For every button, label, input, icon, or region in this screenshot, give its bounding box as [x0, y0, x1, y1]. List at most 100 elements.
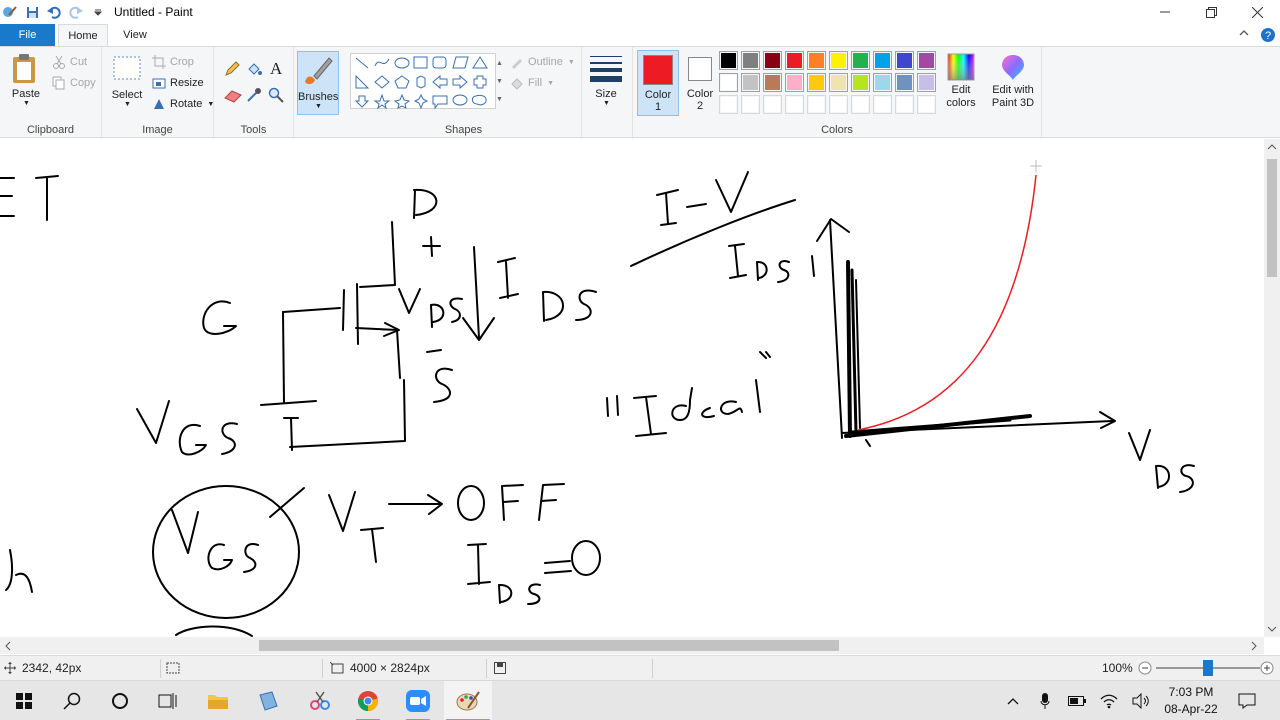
- color-swatch[interactable]: [873, 51, 892, 70]
- color-swatch[interactable]: [763, 51, 782, 70]
- task-view-button[interactable]: [144, 681, 192, 720]
- edit-with-paint3d-button[interactable]: Edit with Paint 3D: [988, 53, 1038, 110]
- custom-color-slot[interactable]: [741, 95, 760, 114]
- color-swatch[interactable]: [829, 51, 848, 70]
- vertical-scroll-thumb[interactable]: [1267, 159, 1277, 277]
- custom-color-slot[interactable]: [873, 95, 892, 114]
- minimize-button[interactable]: [1142, 0, 1188, 24]
- search-button[interactable]: [48, 681, 96, 720]
- select-dropdown-icon[interactable]: ▼: [111, 101, 144, 108]
- volume-tray-icon[interactable]: [1130, 681, 1152, 720]
- close-button[interactable]: [1234, 0, 1280, 24]
- color-picker-icon[interactable]: [246, 87, 262, 106]
- notifications-button[interactable]: [1234, 681, 1260, 720]
- wifi-tray-icon[interactable]: [1098, 681, 1120, 720]
- shapes-gallery[interactable]: [350, 53, 496, 110]
- color-swatch[interactable]: [851, 73, 870, 92]
- customize-toolbar-chevron-icon[interactable]: [90, 4, 106, 20]
- collapse-ribbon-icon[interactable]: [1238, 27, 1250, 46]
- size-button[interactable]: Size ▼: [586, 53, 626, 107]
- paste-dropdown-icon[interactable]: ▼: [9, 100, 44, 107]
- custom-color-slot[interactable]: [895, 95, 914, 114]
- color-swatch[interactable]: [851, 51, 870, 70]
- custom-color-slot[interactable]: [763, 95, 782, 114]
- brushes-dropdown-icon[interactable]: ▼: [299, 103, 338, 110]
- save-icon[interactable]: [24, 4, 40, 20]
- zoom-slider-thumb[interactable]: [1203, 660, 1213, 676]
- text-tool-icon[interactable]: A: [268, 59, 286, 80]
- resize-button[interactable]: Resize: [152, 73, 204, 93]
- eraser-icon[interactable]: [224, 89, 242, 106]
- zoom-slider[interactable]: [1156, 660, 1260, 676]
- custom-color-slot[interactable]: [785, 95, 804, 114]
- color-swatch[interactable]: [807, 51, 826, 70]
- edit-colors-button[interactable]: Edit colors: [943, 53, 979, 110]
- zoom-out-button[interactable]: [1138, 661, 1152, 678]
- cut-button[interactable]: Cut: [52, 52, 87, 72]
- app-notebook-button[interactable]: [244, 681, 292, 720]
- color-swatch[interactable]: [719, 73, 738, 92]
- help-icon[interactable]: ?: [1260, 27, 1276, 46]
- color-swatch[interactable]: [895, 51, 914, 70]
- crop-button[interactable]: Crop: [152, 52, 194, 72]
- color1-button[interactable]: Color 1: [637, 50, 679, 116]
- color-swatch[interactable]: [763, 73, 782, 92]
- color-swatch[interactable]: [719, 51, 738, 70]
- vertical-scrollbar[interactable]: [1264, 139, 1280, 637]
- redo-icon[interactable]: [68, 4, 84, 20]
- custom-color-slot[interactable]: [719, 95, 738, 114]
- tab-view[interactable]: View: [112, 24, 158, 46]
- custom-color-slot[interactable]: [917, 95, 936, 114]
- color2-button[interactable]: Color 2: [681, 50, 719, 116]
- horizontal-scrollbar[interactable]: [0, 637, 1264, 654]
- cortana-button[interactable]: [96, 681, 144, 720]
- paint-app-icon[interactable]: [2, 4, 18, 20]
- file-explorer-button[interactable]: [194, 681, 242, 720]
- snip-sketch-button[interactable]: [296, 681, 344, 720]
- custom-color-slot[interactable]: [851, 95, 870, 114]
- color-swatch[interactable]: [873, 73, 892, 92]
- scroll-up-icon[interactable]: [1267, 143, 1277, 151]
- taskbar-clock[interactable]: 7:03 PM 08-Apr-22: [1156, 684, 1226, 718]
- drawing-canvas[interactable]: [0, 139, 1264, 637]
- color-swatch[interactable]: [895, 73, 914, 92]
- color-swatch[interactable]: [741, 73, 760, 92]
- horizontal-scroll-thumb[interactable]: [259, 640, 839, 651]
- start-button[interactable]: [0, 681, 48, 720]
- paint-taskbar-button[interactable]: [444, 681, 492, 720]
- color-swatch[interactable]: [785, 73, 804, 92]
- color-swatch[interactable]: [917, 51, 936, 70]
- scroll-down-icon[interactable]: [1267, 625, 1277, 633]
- chrome-button[interactable]: [344, 681, 392, 720]
- tab-file[interactable]: File: [0, 24, 55, 46]
- color-swatch[interactable]: [829, 73, 848, 92]
- rotate-button[interactable]: Rotate ▼: [152, 94, 214, 114]
- outline-button[interactable]: Outline ▼: [510, 52, 575, 72]
- color-swatch[interactable]: [741, 51, 760, 70]
- select-button[interactable]: Select ▼: [110, 55, 144, 108]
- color-swatch[interactable]: [917, 73, 936, 92]
- show-hidden-icons-button[interactable]: [1002, 681, 1024, 720]
- microphone-tray-icon[interactable]: [1034, 681, 1056, 720]
- custom-color-slot[interactable]: [807, 95, 826, 114]
- restore-button[interactable]: [1188, 0, 1234, 24]
- tab-home[interactable]: Home: [58, 24, 108, 46]
- zoom-app-button[interactable]: [394, 681, 442, 720]
- zoom-in-button[interactable]: [1260, 661, 1274, 678]
- copy-button[interactable]: Copy: [52, 73, 96, 93]
- brushes-button[interactable]: Brushes ▼: [297, 51, 339, 115]
- magnifier-icon[interactable]: [268, 87, 284, 106]
- pencil-icon[interactable]: [224, 61, 240, 80]
- size-dropdown-icon[interactable]: ▼: [587, 100, 626, 107]
- fill-button[interactable]: Fill ▼: [510, 73, 554, 93]
- paste-button[interactable]: Paste ▼: [8, 53, 44, 107]
- undo-icon[interactable]: [46, 4, 62, 20]
- battery-tray-icon[interactable]: [1066, 681, 1088, 720]
- custom-color-slot[interactable]: [829, 95, 848, 114]
- scroll-left-icon[interactable]: [4, 641, 12, 651]
- fill-bucket-icon[interactable]: [246, 61, 262, 80]
- color-swatch[interactable]: [807, 73, 826, 92]
- scroll-right-icon[interactable]: [1250, 641, 1258, 651]
- shapes-scroll[interactable]: ▲ ▼ ▼: [496, 55, 503, 109]
- color-swatch[interactable]: [785, 51, 804, 70]
